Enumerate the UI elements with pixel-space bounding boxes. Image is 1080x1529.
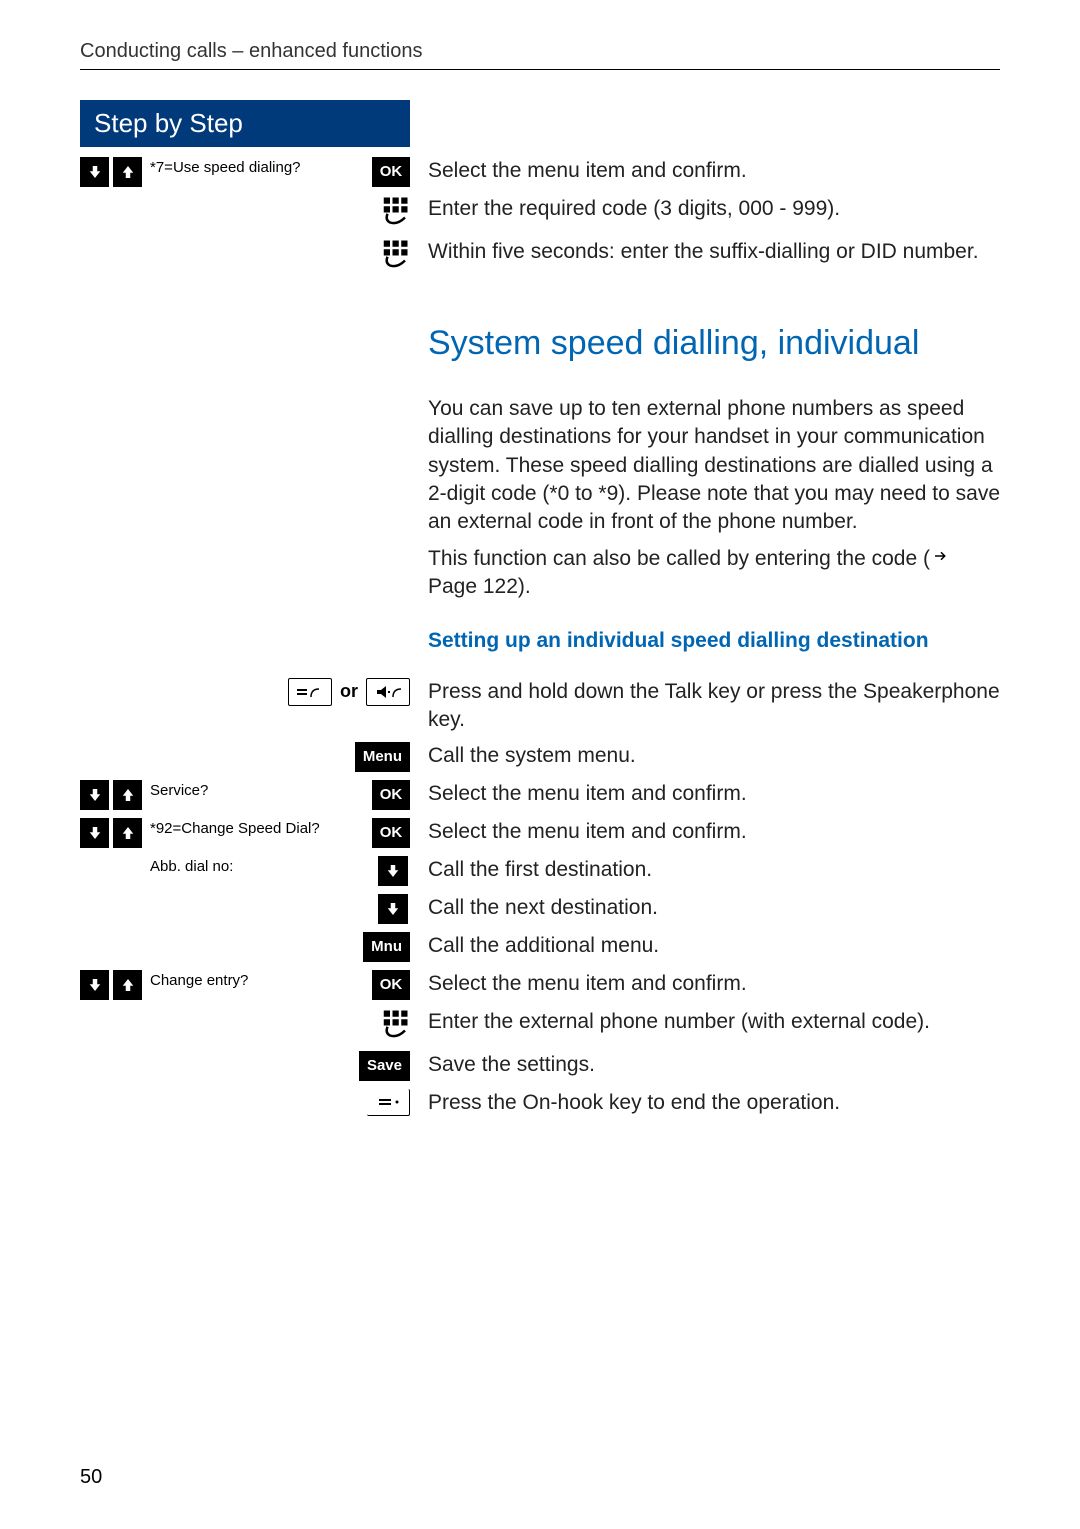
arrow-down-icon — [80, 818, 109, 848]
running-header: Conducting calls – enhanced functions — [80, 40, 1000, 69]
instruction-text: Press the On-hook key to end the operati… — [410, 1089, 1000, 1117]
arrow-up-icon — [113, 970, 142, 1000]
ok-softkey: OK — [372, 970, 410, 1000]
instruction-text: Within five seconds: enter the suffix-di… — [410, 238, 1000, 266]
instruction-text: Select the menu item and confirm. — [410, 970, 1000, 998]
menu-softkey: Menu — [355, 742, 410, 772]
instruction-text: Press and hold down the Talk key or pres… — [410, 678, 1000, 735]
talk-key-icon — [288, 678, 332, 706]
instruction-text: Save the settings. — [410, 1051, 1000, 1079]
instruction-text: Enter the external phone number (with ex… — [410, 1008, 1000, 1036]
subsection-title: Setting up an individual speed dialling … — [428, 627, 1000, 655]
body-paragraph: This function can also be called by ente… — [410, 545, 1000, 602]
display-text: *7=Use speed dialing? — [144, 157, 372, 177]
step-by-step-block: Step by Step — [80, 100, 410, 147]
arrow-down-icon — [80, 157, 109, 187]
arrow-down-icon — [378, 894, 408, 924]
display-text: Abb. dial no: — [144, 856, 378, 876]
keypad-icon — [380, 238, 410, 273]
arrow-up-icon — [113, 780, 142, 810]
page: Conducting calls – enhanced functions St… — [0, 0, 1080, 1529]
instruction-text: Enter the required code (3 digits, 000 -… — [410, 195, 1000, 223]
instruction-text: Select the menu item and confirm. — [410, 780, 1000, 808]
ok-softkey: OK — [372, 780, 410, 810]
step-by-step-title: Step by Step — [80, 100, 410, 147]
page-reference — [930, 547, 952, 565]
header-rule — [80, 69, 1000, 70]
nav-arrows — [80, 818, 144, 848]
instruction-text: Call the additional menu. — [410, 932, 1000, 960]
instruction-text: Select the menu item and confirm. — [410, 818, 1000, 846]
instruction-text: Call the first destination. — [410, 856, 1000, 884]
arrow-up-icon — [113, 818, 142, 848]
arrow-up-icon — [113, 157, 142, 187]
nav-arrows — [80, 780, 144, 810]
arrow-down-icon — [80, 780, 109, 810]
mnu-softkey: Mnu — [363, 932, 410, 962]
instruction-text: Call the next destination. — [410, 894, 1000, 922]
or-label: or — [340, 681, 358, 702]
onhook-key-icon — [367, 1089, 410, 1116]
display-text: *92=Change Speed Dial? — [144, 818, 372, 838]
arrow-down-icon — [80, 970, 109, 1000]
speakerphone-key-icon — [366, 678, 410, 706]
display-text: Change entry? — [144, 970, 372, 990]
save-softkey: Save — [359, 1051, 410, 1081]
ok-softkey: OK — [372, 818, 410, 848]
nav-arrows — [80, 157, 144, 187]
page-number: 50 — [80, 1466, 102, 1489]
instruction-text: Call the system menu. — [410, 742, 1000, 770]
ok-softkey: OK — [372, 157, 410, 187]
nav-arrows — [80, 970, 144, 1000]
body-paragraph: You can save up to ten external phone nu… — [410, 395, 1000, 537]
section-title: System speed dialling, individual — [428, 321, 1000, 367]
display-text: Service? — [144, 780, 372, 800]
arrow-down-icon — [378, 856, 408, 886]
keypad-icon — [380, 1008, 410, 1043]
instruction-text: Select the menu item and confirm. — [410, 157, 1000, 185]
keypad-icon — [380, 195, 410, 230]
